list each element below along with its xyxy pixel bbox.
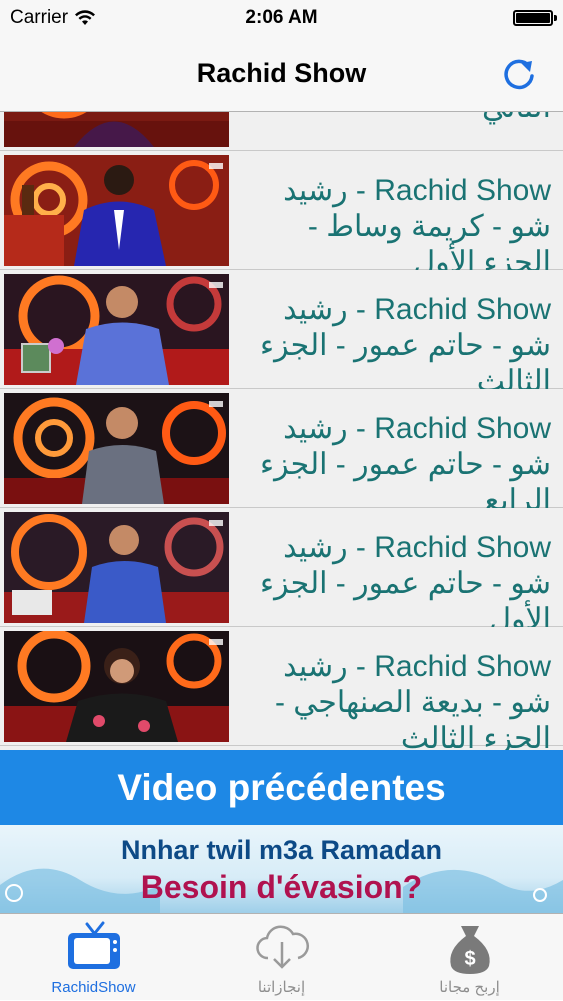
tab-rachidshow[interactable]: RachidShow — [0, 914, 187, 1001]
ad-headline: Nnhar twil m3a Ramadan — [120, 835, 443, 865]
tab-label: إربح مجانا — [439, 979, 500, 996]
video-thumbnail — [4, 112, 229, 147]
video-thumbnail — [4, 393, 229, 504]
video-thumbnail — [4, 631, 229, 742]
status-bar: Carrier 2:06 AM — [0, 0, 563, 38]
advertisement-banner[interactable]: Nnhar twil m3a Ramadan Besoin d'évasion? — [0, 825, 563, 913]
tab-win-free[interactable]: $ إربح مجانا — [376, 914, 563, 1001]
tab-label: RachidShow — [51, 979, 136, 996]
list-item[interactable]: Rachid Show - رشيد شو - حاتم عمور - الجز… — [0, 270, 563, 398]
video-list[interactable]: - كريمة وساط - الجزء الثاني Rachid Show … — [0, 112, 563, 750]
list-item[interactable]: Rachid Show - رشيد شو - بديعة الصنهاجي -… — [0, 627, 563, 750]
video-title: Rachid Show - رشيد شو - كريمة وساط - الج… — [283, 174, 551, 279]
battery-icon — [513, 10, 557, 26]
refresh-icon[interactable] — [499, 54, 539, 94]
previous-videos-button[interactable]: Video précédentes — [0, 750, 563, 825]
status-time: 2:06 AM — [245, 7, 318, 28]
navigation-bar: Rachid Show — [0, 38, 563, 112]
video-title: Rachid Show - رشيد شو - بديعة الصنهاجي -… — [274, 650, 551, 750]
tab-achievements[interactable]: إنجازاتنا — [188, 914, 375, 1001]
video-thumbnail — [4, 155, 229, 266]
svg-text:$: $ — [464, 948, 475, 970]
cloud-download-icon — [255, 925, 309, 969]
video-title: Rachid Show - رشيد شو - حاتم عمور - الجز… — [259, 412, 551, 517]
list-item[interactable]: - كريمة وساط - الجزء الثاني — [0, 112, 563, 151]
video-thumbnail — [4, 274, 229, 385]
video-thumbnail — [4, 512, 229, 623]
list-item[interactable]: Rachid Show - رشيد شو - حاتم عمور - الجز… — [0, 389, 563, 517]
video-title: - كريمة وساط - الجزء الثاني — [240, 112, 551, 126]
video-title: Rachid Show - رشيد شو - حاتم عمور - الجز… — [259, 293, 551, 398]
money-bag-icon: $ — [449, 926, 490, 974]
page-title: Rachid Show — [196, 58, 367, 88]
ad-tagline: Besoin d'évasion? — [140, 869, 423, 905]
tv-icon — [67, 921, 120, 969]
video-title: Rachid Show - رشيد شو - حاتم عمور - الجز… — [259, 531, 551, 636]
tab-label: إنجازاتنا — [257, 979, 306, 996]
list-item[interactable]: Rachid Show - رشيد شو - كريمة وساط - الج… — [0, 151, 563, 279]
list-item[interactable]: Rachid Show - رشيد شو - حاتم عمور - الجز… — [0, 508, 563, 636]
tab-bar: RachidShow إنجازاتنا $ إربح مجانا — [0, 913, 563, 1000]
